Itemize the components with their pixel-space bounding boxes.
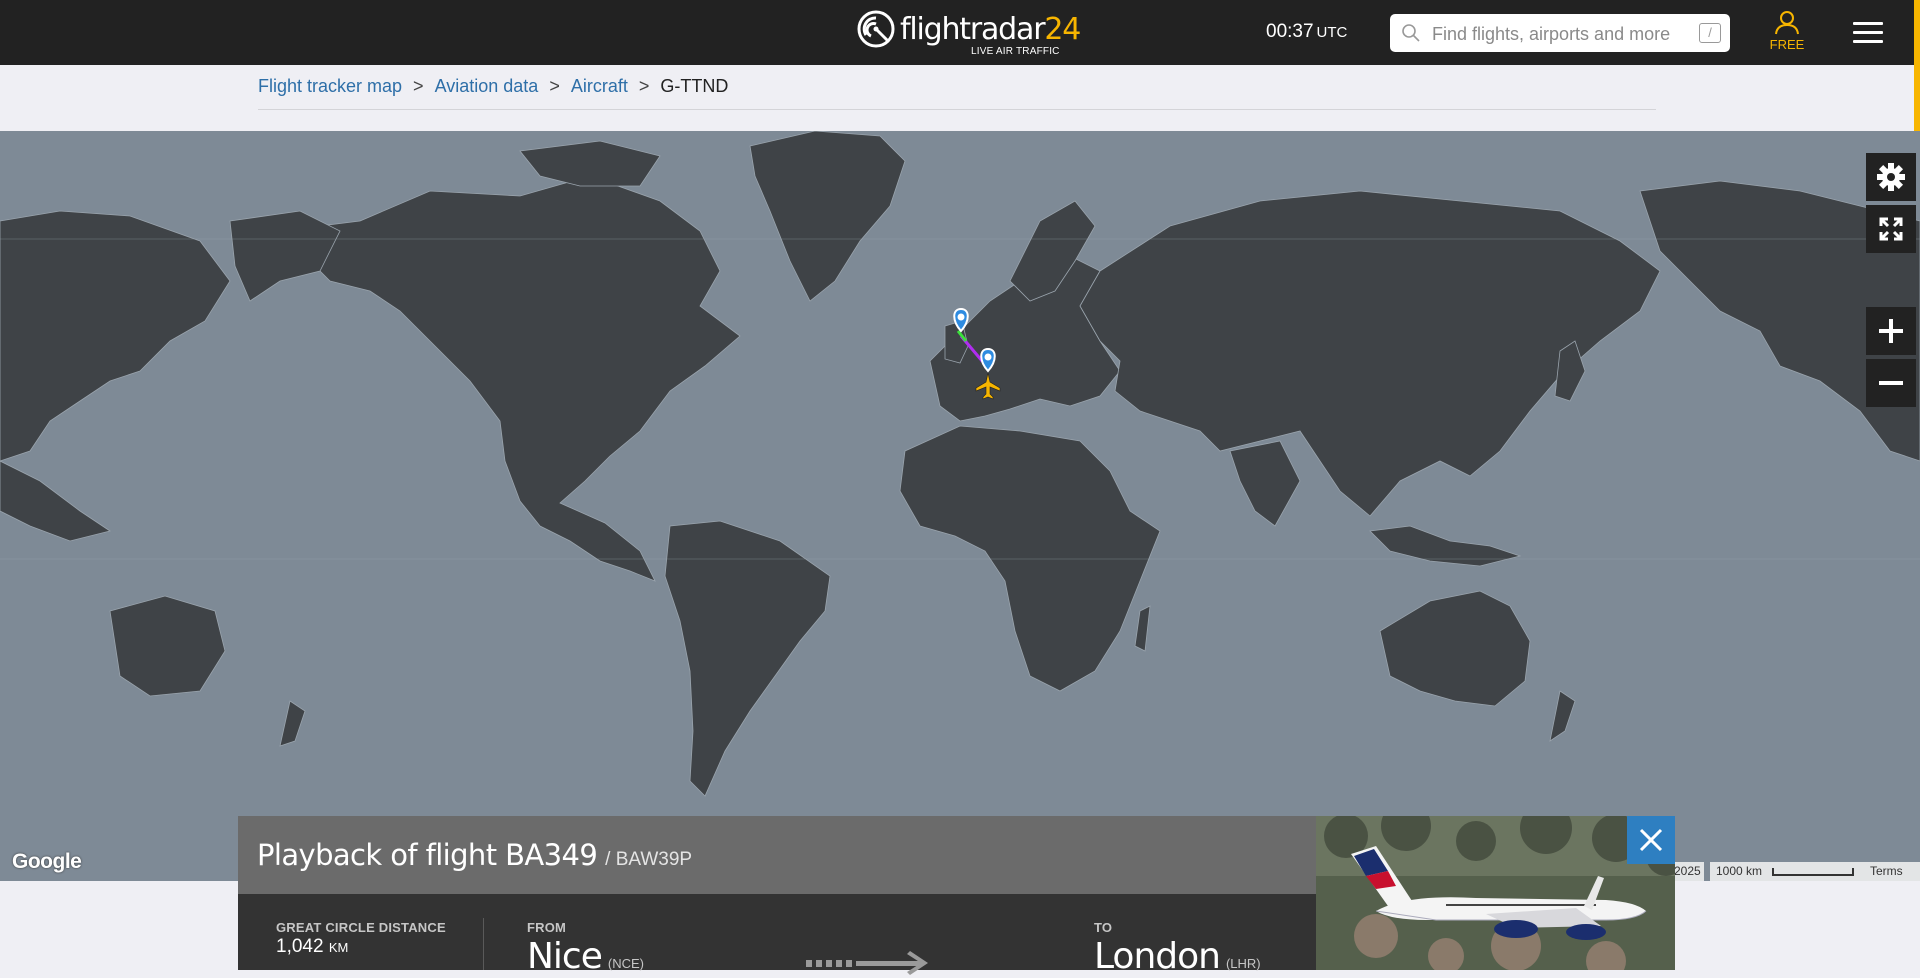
close-panel-button[interactable]: [1627, 816, 1675, 864]
user-plan-label: FREE: [1769, 37, 1805, 52]
plus-icon: [1879, 319, 1903, 343]
playback-title: Playback of flight BA349: [257, 838, 598, 872]
hamburger-icon-line: [1853, 40, 1883, 43]
world-map[interactable]: Google 2025 1000 km Terms: [0, 131, 1920, 881]
panel-route-info: GREAT CIRCLE DISTANCE 1,042 KM FROM Nice…: [238, 894, 1316, 977]
breadcrumb-divider: [258, 109, 1656, 110]
distance-unit: KM: [328, 940, 349, 955]
search-box[interactable]: /: [1390, 14, 1730, 52]
breadcrumb-flight-tracker-map[interactable]: Flight tracker map: [258, 76, 402, 96]
panel-header: Playback of flight BA349 / BAW39P: [238, 816, 1316, 894]
search-shortcut-key: /: [1699, 23, 1721, 43]
gear-icon: [1877, 163, 1905, 191]
user-icon: [1775, 11, 1799, 35]
google-logo: Google: [12, 850, 82, 873]
map-scale-label: 1000 km: [1716, 864, 1763, 878]
destination-code: (LHR): [1225, 956, 1261, 971]
hamburger-icon-line: [1853, 31, 1883, 34]
hamburger-icon: [1853, 22, 1883, 25]
landmass-australia: [1379, 590, 1531, 707]
search-input[interactable]: [1430, 18, 1682, 50]
landmass-indonesia-left-wrap: [0, 460, 111, 542]
main-menu-button[interactable]: [1853, 20, 1885, 46]
destination-airport[interactable]: London (LHR): [1094, 936, 1261, 977]
landmass-madagascar: [1134, 605, 1151, 652]
panel-title: Playback of flight BA349 / BAW39P: [257, 838, 692, 872]
panel-divider: [483, 918, 484, 970]
aircraft-photo-image: [1316, 816, 1675, 970]
continents: [0, 131, 1920, 797]
landmass-asia-left-wrap: [0, 210, 231, 462]
map-data-year: 2025: [1670, 862, 1704, 881]
flight-callsign: / BAW39P: [605, 849, 693, 870]
logo-tagline: LIVE AIR TRAFFIC: [971, 46, 1060, 57]
logo-wordmark: flightradar24: [900, 12, 1081, 47]
breadcrumb-aviation-data[interactable]: Aviation data: [435, 76, 539, 96]
breadcrumb-separator: >: [413, 76, 424, 96]
landmass-greenland: [749, 131, 906, 302]
breadcrumb-current-registration: G-TTND: [660, 76, 729, 96]
breadcrumb-aircraft[interactable]: Aircraft: [571, 76, 628, 96]
scrollbar-accent: [1914, 0, 1920, 65]
to-label: TO: [1094, 920, 1113, 935]
route-arrow-icon: [806, 951, 928, 975]
distance-value: 1,042 KM: [276, 936, 349, 957]
zoom-in-button[interactable]: [1866, 307, 1916, 355]
landmass-alaska: [229, 210, 341, 302]
flight-playback-panel: Playback of flight BA349 / BAW39P GREAT C…: [238, 816, 1675, 977]
top-bar: flightradar24 LIVE AIR TRAFFIC 00:37 UTC …: [0, 0, 1920, 65]
flightradar24-logo[interactable]: flightradar24 LIVE AIR TRAFFIC: [857, 9, 1081, 57]
world-map-canvas: [0, 131, 1920, 797]
landmass-arctic-islands: [519, 140, 661, 187]
landmass-new-zealand: [1549, 690, 1576, 742]
scrollbar-thumb[interactable]: [1914, 65, 1920, 131]
fullscreen-button[interactable]: [1866, 205, 1916, 253]
origin-airport[interactable]: Nice (NCE): [527, 936, 644, 977]
landmass-indonesia: [1369, 525, 1522, 567]
landmass-north-america: [299, 175, 741, 582]
search-icon: [1402, 24, 1420, 42]
map-settings-button[interactable]: [1866, 153, 1916, 201]
close-icon: [1639, 828, 1663, 852]
minus-icon: [1879, 381, 1903, 385]
landmass-south-america: [664, 520, 831, 797]
map-scale-bar: [1772, 868, 1854, 876]
map-scale[interactable]: 1000 km: [1710, 862, 1864, 881]
clock-time: 00:37: [1266, 21, 1314, 42]
user-account-button[interactable]: FREE: [1763, 9, 1811, 57]
landmass-india: [1229, 440, 1301, 527]
origin-city: Nice: [527, 936, 603, 977]
origin-code: (NCE): [607, 956, 644, 971]
from-label: FROM: [527, 920, 567, 935]
landmass-africa: [899, 425, 1161, 692]
zoom-out-button[interactable]: [1866, 359, 1916, 407]
distance-label: GREAT CIRCLE DISTANCE: [276, 920, 446, 935]
landmass-new-zealand-left-wrap: [279, 700, 306, 747]
destination-city: London: [1094, 936, 1221, 977]
landmass-australia-left-wrap: [109, 595, 226, 697]
radar-logo-icon: [857, 10, 895, 48]
breadcrumb-separator: >: [549, 76, 560, 96]
fullscreen-icon: [1879, 217, 1903, 241]
breadcrumb: Flight tracker map > Aviation data > Aircraf…: [258, 76, 728, 97]
breadcrumb-separator: >: [638, 76, 650, 96]
map-terms-link[interactable]: Terms: [1864, 862, 1920, 881]
aircraft-photo[interactable]: [1316, 816, 1675, 970]
utc-clock: 00:37 UTC: [1266, 21, 1347, 43]
clock-timezone: UTC: [1316, 24, 1348, 41]
